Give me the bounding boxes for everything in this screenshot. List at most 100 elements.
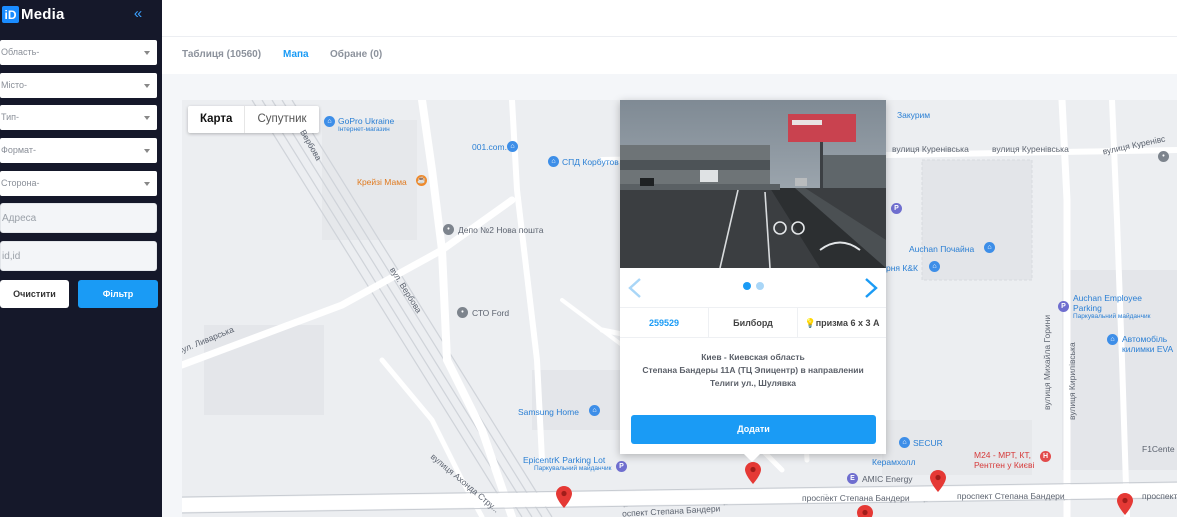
place-icon: • [1158, 151, 1169, 162]
logo-text: Media [21, 6, 65, 23]
map-label-f1[interactable]: F1Cente [1142, 444, 1175, 454]
map-pin-icon[interactable] [745, 462, 761, 484]
billboard-id[interactable]: 259529 [620, 308, 709, 337]
billboard-size-text: призма 6 х 3 А [815, 318, 880, 328]
svg-text:←: ← [722, 501, 729, 508]
chevron-left-icon[interactable] [627, 277, 643, 299]
billboard-info-row: 259529 Билборд 💡призма 6 х 3 А [620, 307, 886, 338]
map-label-gopro-sub: Інтернет-магазин [338, 126, 390, 133]
map-label-samsung[interactable]: Samsung Home [518, 407, 579, 417]
map-label-amic[interactable]: AMIC Energy [862, 474, 913, 484]
billboard-photo[interactable] [620, 100, 886, 268]
billboard-kind: Билборд [709, 308, 798, 337]
map-label-epicentr-sub: Паркувальний майданчик [534, 465, 612, 472]
logo: iD Media [2, 6, 65, 23]
app-root: iD Media « Область- Місто- Тип- Формат- … [0, 0, 1177, 517]
map-label-spd[interactable]: СПД Корбутов [562, 157, 619, 167]
map-label-m24[interactable]: M24 - МРТ, КТ, [974, 450, 1031, 460]
carousel-dot-active[interactable] [743, 282, 751, 290]
caret-down-icon [144, 51, 150, 55]
caret-down-icon [144, 116, 150, 120]
map-label-epicentr[interactable]: EpicentrK Parking Lot [523, 455, 605, 465]
map-label-kk[interactable]: рня К&К [886, 263, 918, 273]
map-pin-icon[interactable] [556, 486, 572, 508]
map-label-kilimky: килимки EVA [1122, 344, 1174, 354]
car-service-icon: • [457, 307, 468, 318]
map-pin-icon[interactable] [930, 470, 946, 492]
lock-icon: ⌂ [324, 116, 335, 127]
side-select[interactable]: Сторона- [0, 171, 157, 196]
map-label-m24b: Рентген у Києві [974, 460, 1035, 470]
collapse-sidebar-icon[interactable]: « [130, 5, 146, 23]
billboard-photo-image [620, 100, 886, 268]
address-line-2: Степана Бандеры 11А (ТЦ Эпицентр) в напр… [642, 365, 864, 375]
clear-button[interactable]: Очистити [0, 280, 69, 308]
region-select[interactable]: Область- [0, 40, 157, 65]
filter-button[interactable]: Фільтр [78, 280, 158, 308]
bulb-icon: 💡 [804, 318, 816, 328]
city-select-value: Місто- [1, 80, 28, 90]
map-label-depo[interactable]: Депо №2 Нова пошта [458, 225, 543, 235]
caret-down-icon [144, 149, 150, 153]
format-select-value: Формат- [1, 145, 36, 155]
street-label-bandery-5: проспект Ст [1142, 491, 1177, 501]
view-tabs: Таблиця (10560) Мапа Обране (0) [162, 37, 1177, 74]
map-label-gopro[interactable]: GoPro Ukraine [338, 116, 394, 126]
region-select-value: Область- [1, 47, 40, 57]
street-label-kirilivska: вулиця Кирилівська [1067, 342, 1077, 420]
map-label-secur[interactable]: SECUR [913, 438, 943, 448]
cafe-icon: ☕ [416, 175, 427, 186]
logo-mark: iD [2, 6, 19, 23]
carousel-dot[interactable] [756, 282, 764, 290]
map-type-map-button[interactable]: Карта [188, 106, 246, 133]
address-line-1: Киев - Киевская область [701, 352, 805, 362]
shop-icon: ⌂ [507, 141, 518, 152]
type-select[interactable]: Тип- [0, 105, 157, 130]
tab-favorites[interactable]: Обране (0) [330, 49, 382, 60]
map-label-zakurym[interactable]: Закурим [897, 110, 930, 120]
place-icon: • [443, 224, 454, 235]
map-label-sto[interactable]: СТО Ford [472, 308, 509, 318]
caret-down-icon [144, 182, 150, 186]
map-label-auchan-emp-sub: Паркувальний майданчик [1073, 313, 1151, 320]
hospital-icon: H [1040, 451, 1051, 462]
map-type-switch: Карта Супутник [188, 106, 319, 133]
map-label-avtomob[interactable]: Автомобіль [1122, 334, 1167, 344]
cart-icon: ⌂ [984, 242, 995, 253]
map-label-auchan-emp-2: Parking [1073, 303, 1102, 313]
address-input[interactable] [0, 203, 157, 233]
shop-icon: ⌂ [1107, 334, 1118, 345]
parking-icon: P [891, 203, 902, 214]
street-label-bandery-1: проспект Степана Бандери [802, 493, 910, 503]
map-label-kreizi[interactable]: Крейзі Мама [357, 177, 407, 187]
parking-icon: P [1058, 301, 1069, 312]
format-select[interactable]: Формат- [0, 138, 157, 163]
billboard-address: Киев - Киевская область Степана Бандеры … [630, 351, 876, 390]
tab-table[interactable]: Таблиця (10560) [182, 49, 261, 60]
parking-icon: P [616, 461, 627, 472]
map-label-auchan[interactable]: Auchan Почайна [909, 244, 974, 254]
top-bar [162, 0, 1177, 37]
street-label-bandery-2: проспект Степана Бандери [957, 491, 1065, 501]
billboard-size: 💡призма 6 х 3 А [798, 308, 886, 337]
shop-icon: ⌂ [899, 437, 910, 448]
street-label-horyna: вулиця Михайла Горини [1042, 314, 1052, 410]
map-label-keramkholl[interactable]: Керамхолл [872, 457, 916, 467]
type-select-value: Тип- [1, 112, 19, 122]
street-label-kurenivska-1: вулиця Куренівська [892, 144, 969, 154]
svg-text:←: ← [922, 498, 929, 505]
tab-map[interactable]: Мапа [283, 49, 309, 60]
map-pin-icon[interactable] [1117, 493, 1133, 515]
shop-icon: ⌂ [548, 156, 559, 167]
ids-input[interactable] [0, 241, 157, 271]
add-button[interactable]: Додати [631, 415, 876, 444]
shop-icon: ⌂ [589, 405, 600, 416]
shop-icon: ⌂ [929, 261, 940, 272]
street-label-kurenivska-2: вулиця Куренівська [992, 144, 1069, 154]
billboard-popup: 259529 Билборд 💡призма 6 х 3 А Киев - Ки… [620, 100, 886, 462]
map-pin-icon[interactable] [857, 505, 873, 517]
city-select[interactable]: Місто- [0, 73, 157, 98]
caret-down-icon [144, 84, 150, 88]
map-label-auchan-emp[interactable]: Auchan Employee [1073, 293, 1142, 303]
chevron-right-icon[interactable] [863, 277, 879, 299]
